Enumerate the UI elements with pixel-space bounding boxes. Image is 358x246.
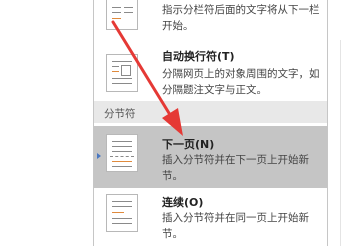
red-annotation-arrow <box>111 20 183 136</box>
